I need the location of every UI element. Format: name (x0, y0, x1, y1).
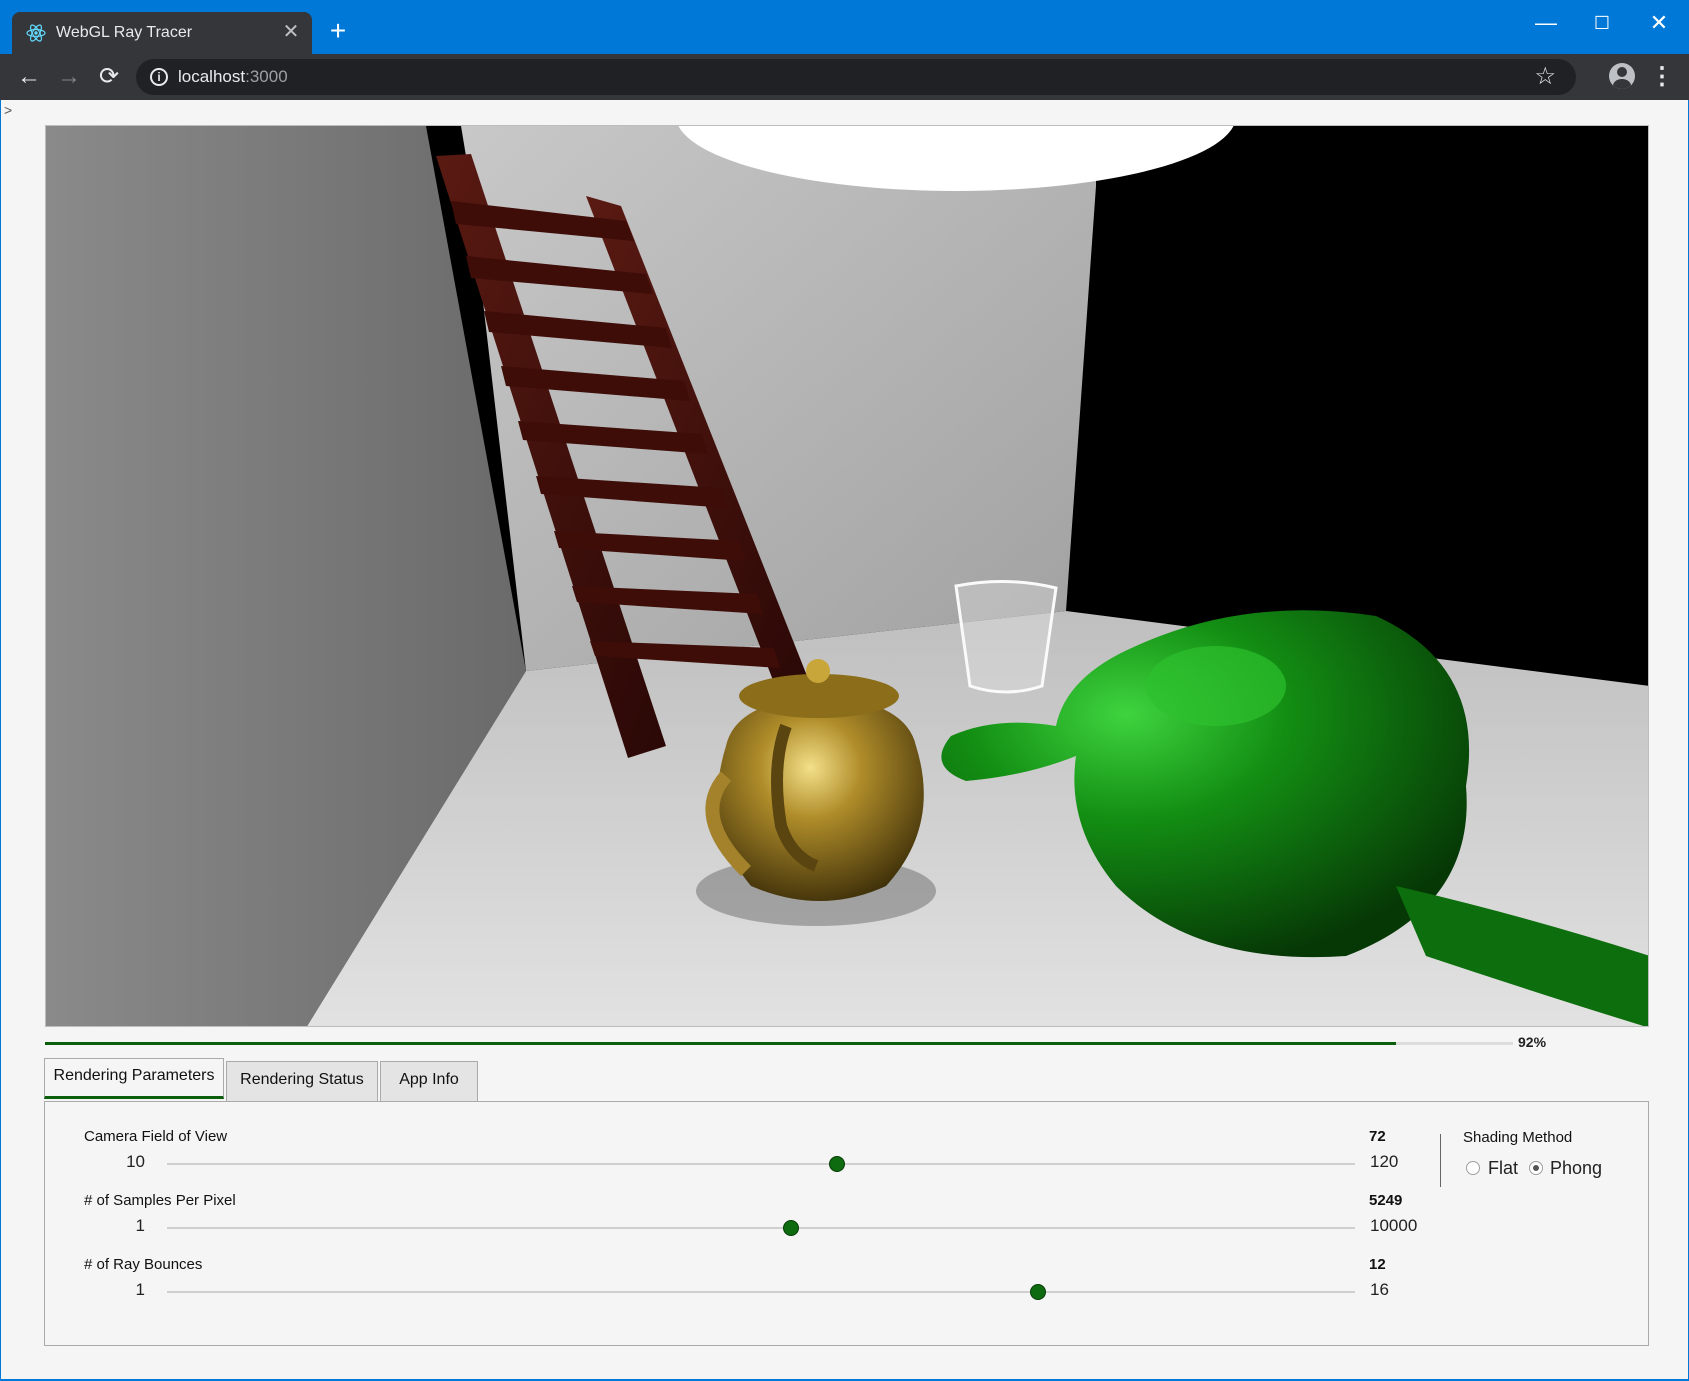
caret-text: > (4, 102, 13, 118)
tab-title: WebGL Ray Tracer (56, 24, 193, 41)
react-logo-icon (26, 24, 46, 42)
phong-radio-label[interactable]: Phong (1550, 1158, 1602, 1179)
minimize-button[interactable]: — (1518, 6, 1574, 40)
bounces-slider-label: # of Ray Bounces (84, 1256, 203, 1273)
forward-button[interactable]: → (54, 62, 84, 92)
profile-avatar-icon[interactable] (1609, 63, 1635, 89)
rendered-scene-image (46, 126, 1648, 1026)
render-progress-label: 92% (1518, 1034, 1547, 1050)
close-window-button[interactable]: ✕ (1631, 6, 1687, 40)
bounces-slider-value: 12 (1369, 1256, 1386, 1273)
page-content: > 92% Rendering Parameters Rendering Sta… (1, 100, 1688, 1379)
site-info-icon[interactable]: i (150, 68, 168, 86)
title-bar: WebGL Ray Tracer ✕ + — ☐ ✕ (0, 0, 1689, 54)
fov-slider-thumb[interactable] (828, 1156, 845, 1172)
fov-slider-min: 10 (126, 1152, 145, 1171)
address-bar[interactable]: i localhost:3000 ☆ (136, 59, 1576, 95)
bounces-slider-max: 16 (1370, 1280, 1389, 1299)
browser-tab[interactable]: WebGL Ray Tracer ✕ (12, 12, 312, 54)
flat-radio-label[interactable]: Flat (1488, 1158, 1518, 1179)
fov-slider-value: 72 (1369, 1128, 1386, 1145)
samples-slider-value: 5249 (1369, 1192, 1403, 1209)
browser-toolbar: ← → ⟳ i localhost:3000 ☆ ⋮ (0, 54, 1689, 100)
samples-slider[interactable] (167, 1220, 1355, 1236)
samples-slider-min: 1 (135, 1216, 145, 1235)
bounces-slider[interactable] (167, 1284, 1355, 1300)
panel-divider (1440, 1134, 1441, 1187)
phong-radio[interactable] (1529, 1161, 1543, 1175)
url-text[interactable]: localhost:3000 (178, 67, 288, 87)
tab-app-info[interactable]: App Info (380, 1061, 478, 1101)
fov-slider-label: Camera Field of View (84, 1128, 228, 1145)
render-canvas[interactable] (45, 125, 1649, 1027)
fov-slider-max: 120 (1370, 1152, 1399, 1171)
render-progress-bar (45, 1042, 1513, 1045)
tab-close-icon[interactable]: ✕ (280, 21, 302, 43)
fov-slider[interactable] (167, 1156, 1355, 1172)
maximize-button[interactable]: ☐ (1574, 6, 1630, 40)
back-button[interactable]: ← (14, 62, 44, 92)
rendering-parameters-panel: Camera Field of View 10 72 120 # of Samp… (44, 1101, 1649, 1346)
samples-slider-max: 10000 (1370, 1216, 1418, 1235)
kebab-menu-icon[interactable]: ⋮ (1650, 62, 1674, 92)
tab-rendering-status[interactable]: Rendering Status (226, 1061, 378, 1101)
samples-slider-thumb[interactable] (782, 1220, 799, 1236)
bookmark-star-icon[interactable]: ☆ (1534, 62, 1556, 91)
render-progress-fill (45, 1042, 1396, 1045)
new-tab-button[interactable]: + (324, 17, 352, 46)
samples-slider-label: # of Samples Per Pixel (84, 1192, 236, 1209)
shading-method-title: Shading Method (1463, 1129, 1573, 1146)
bounces-slider-thumb[interactable] (1030, 1284, 1047, 1300)
bounces-slider-min: 1 (135, 1280, 145, 1299)
tab-rendering-parameters[interactable]: Rendering Parameters (44, 1058, 224, 1099)
reload-button[interactable]: ⟳ (94, 62, 124, 92)
flat-radio[interactable] (1466, 1161, 1480, 1175)
